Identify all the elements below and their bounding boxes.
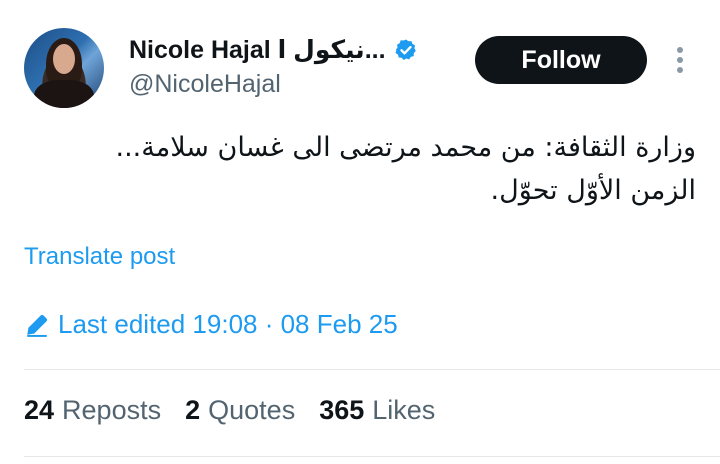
likes-count: 365	[319, 395, 365, 425]
verified-badge-icon	[395, 39, 416, 60]
follow-button[interactable]: Follow	[475, 36, 647, 84]
quotes-count: 2	[185, 395, 201, 425]
author-display-name[interactable]: Nicole Hajal نيكول ا...	[129, 35, 386, 65]
avatar-body	[34, 80, 94, 108]
divider	[24, 456, 720, 457]
author-avatar[interactable]	[24, 28, 104, 108]
edit-pencil-icon	[27, 314, 48, 337]
last-edited-text[interactable]: Last edited 19:08 · 08 Feb 25	[58, 309, 398, 340]
quotes-stat[interactable]: 2 Quotes	[185, 395, 295, 426]
divider	[24, 369, 720, 370]
reposts-count: 24	[24, 395, 55, 425]
avatar-face	[53, 44, 75, 74]
last-edited-link[interactable]: Last edited 19:08 · 08 Feb 25	[24, 309, 398, 340]
post-text-line: وزارة الثقافة: من محمد مرتضى الى غسان سل…	[115, 132, 696, 163]
post-text-line: الزمن الأوّل تحوّل.	[490, 175, 696, 206]
post-text: وزارة الثقافة: من محمد مرتضى الى غسان سل…	[24, 126, 696, 212]
reposts-label: Reposts	[62, 395, 162, 425]
quotes-label: Quotes	[208, 395, 296, 425]
engagement-stats: 24 Reposts 2 Quotes 365 Likes	[24, 395, 435, 426]
author-handle[interactable]: @NicoleHajal	[129, 70, 281, 99]
translate-post-link[interactable]: Translate post	[24, 243, 175, 271]
likes-label: Likes	[372, 395, 436, 425]
reposts-stat[interactable]: 24 Reposts	[24, 395, 161, 426]
more-options-icon[interactable]	[670, 44, 690, 78]
author-name-row[interactable]: Nicole Hajal نيكول ا...	[129, 32, 418, 68]
likes-stat[interactable]: 365 Likes	[319, 395, 435, 426]
